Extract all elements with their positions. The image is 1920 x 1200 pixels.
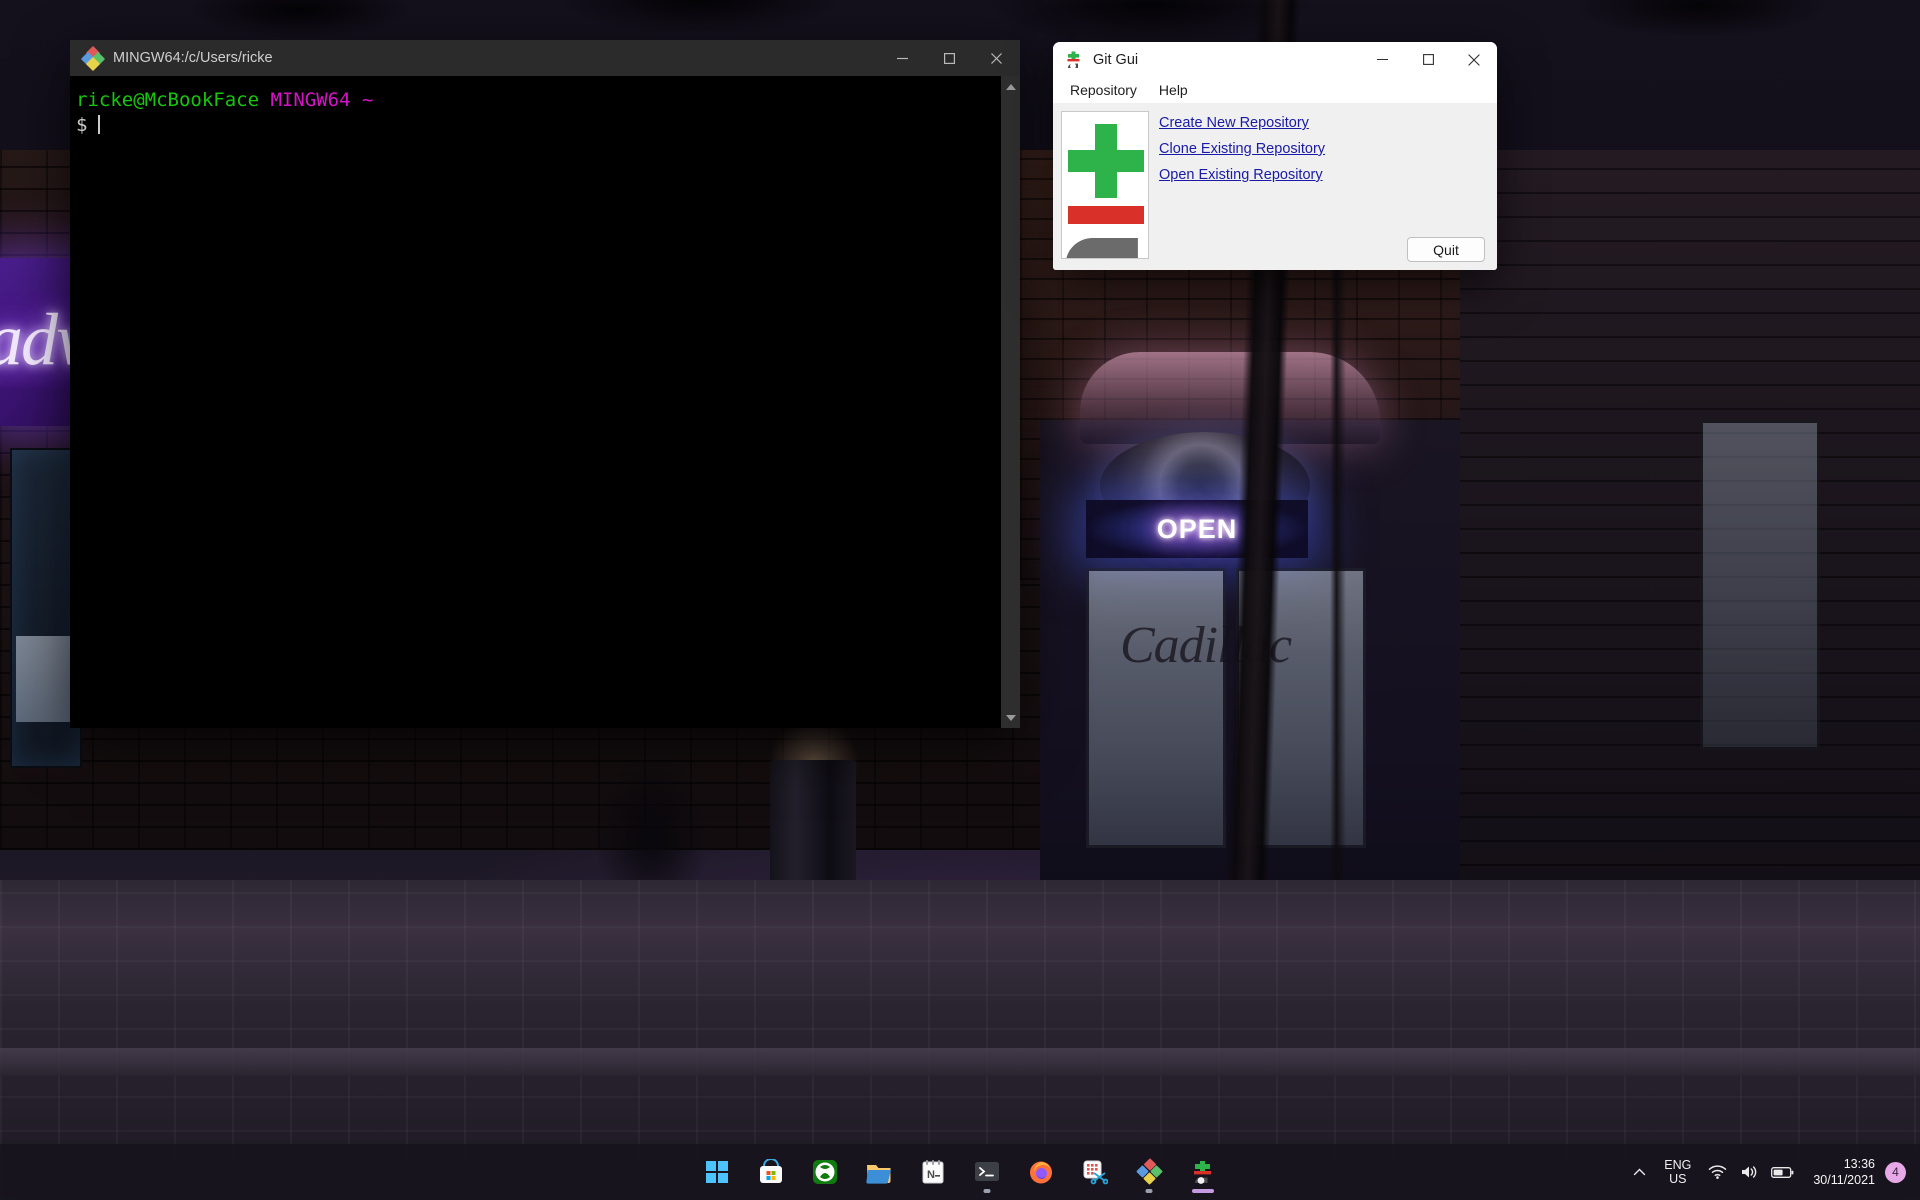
microsoft-store-icon — [760, 1159, 782, 1183]
git-gui-title-text: Git Gui — [1093, 51, 1139, 68]
system-tray: ENG US 13:36 30/11/2021 4 — [1624, 1144, 1912, 1200]
maximize-icon[interactable] — [926, 40, 973, 76]
taskbar-item-file-explorer[interactable] — [857, 1150, 901, 1194]
volume-icon — [1741, 1166, 1757, 1178]
git-gui-window[interactable]: Git Gui Repository Help Create New Repos… — [1053, 42, 1497, 270]
language-line-2: US — [1669, 1172, 1687, 1186]
xbox-icon — [813, 1160, 837, 1184]
terminal-cursor — [98, 115, 101, 134]
show-hidden-icons-button[interactable] — [1624, 1154, 1654, 1190]
chevron-up-icon — [1633, 1168, 1645, 1175]
language-indicator[interactable]: ENG US — [1654, 1158, 1701, 1186]
windows-logo-icon — [706, 1161, 728, 1183]
battery-button[interactable] — [1765, 1154, 1799, 1190]
wallpaper-open-text: OPEN — [1156, 513, 1238, 544]
clock[interactable]: 13:36 30/11/2021 — [1799, 1156, 1885, 1188]
taskbar-item-xbox[interactable] — [803, 1150, 847, 1194]
logo-red-bar — [1068, 206, 1144, 224]
git-gui-window-controls[interactable] — [1359, 42, 1497, 77]
logo-g-shape — [1066, 238, 1138, 258]
clock-date: 30/11/2021 — [1813, 1173, 1875, 1187]
network-button[interactable] — [1701, 1154, 1733, 1190]
taskbar-indicator — [1192, 1189, 1214, 1193]
desktop[interactable]: adw OPEN Cadillac MINGW64:/c/Users/ricke — [0, 0, 1920, 1200]
clock-time: 13:36 — [1843, 1157, 1875, 1171]
taskbar-indicator — [1145, 1189, 1153, 1193]
wallpaper-window-right — [1700, 420, 1820, 750]
prompt-shell: MINGW64 ~ — [270, 89, 374, 111]
git-gui-content: Create New Repository Clone Existing Rep… — [1053, 103, 1497, 270]
git-bash-titlebar[interactable]: MINGW64:/c/Users/ricke — [70, 40, 1020, 76]
menu-repository[interactable]: Repository — [1061, 79, 1146, 101]
prompt-user: ricke@McBookFace — [76, 89, 260, 111]
notepad-icon: N — [922, 1160, 944, 1184]
taskbar-app-area: N — [695, 1144, 1225, 1200]
git-gui-logo — [1061, 111, 1149, 259]
terminal-scrollbar[interactable] — [1001, 76, 1020, 728]
scroll-up-icon[interactable] — [1001, 78, 1020, 95]
git-bash-window[interactable]: MINGW64:/c/Users/ricke ricke@McBookFace … — [70, 40, 1020, 728]
terminal-icon — [975, 1162, 999, 1181]
maximize-icon[interactable] — [1405, 42, 1451, 77]
battery-icon — [1770, 1166, 1794, 1178]
wallpaper-store-script-text: Cadillac — [1120, 617, 1292, 674]
prompt-symbol: $ — [76, 114, 88, 136]
minimize-icon[interactable] — [1359, 42, 1405, 77]
menu-help[interactable]: Help — [1150, 79, 1197, 101]
link-open-existing-repository[interactable]: Open Existing Repository — [1159, 165, 1323, 185]
start-button[interactable] — [695, 1150, 739, 1194]
close-icon[interactable] — [973, 40, 1020, 76]
wallpaper-curb — [0, 1048, 1920, 1076]
volume-button[interactable] — [1733, 1154, 1765, 1190]
git-gui-icon — [1065, 51, 1083, 69]
git-gui-link-list: Create New Repository Clone Existing Rep… — [1159, 113, 1489, 191]
wifi-icon — [1708, 1165, 1727, 1179]
taskbar-item-git-bash[interactable] — [1127, 1150, 1171, 1194]
svg-text:N: N — [927, 1169, 935, 1181]
wallpaper-building-right — [1460, 150, 1920, 890]
git-bash-diamond-icon — [80, 45, 106, 72]
close-icon[interactable] — [1451, 42, 1497, 77]
minimize-icon[interactable] — [879, 40, 926, 76]
taskbar-item-microsoft-store[interactable] — [749, 1150, 793, 1194]
link-create-new-repository[interactable]: Create New Repository — [1159, 113, 1309, 133]
git-bash-window-controls[interactable] — [879, 40, 1020, 76]
link-clone-existing-repository[interactable]: Clone Existing Repository — [1159, 139, 1325, 159]
git-gui-icon — [1194, 1161, 1211, 1184]
wallpaper-person-silhouette — [596, 756, 706, 892]
quit-button[interactable]: Quit — [1407, 237, 1485, 262]
git-bash-terminal-body[interactable]: ricke@McBookFace MINGW64 ~ $ — [70, 76, 1020, 728]
snipping-tool-icon — [1083, 1160, 1108, 1185]
file-explorer-icon — [866, 1165, 891, 1184]
taskbar-indicator — [983, 1189, 991, 1193]
scroll-down-icon[interactable] — [1001, 709, 1020, 726]
taskbar-item-git-gui[interactable] — [1181, 1150, 1225, 1194]
terminal-output: ricke@McBookFace MINGW64 ~ $ — [70, 76, 1020, 138]
taskbar[interactable]: N ENG US 13:36 30/11/2021 4 — [0, 1144, 1920, 1200]
git-gui-titlebar[interactable]: Git Gui — [1053, 42, 1497, 77]
firefox-icon — [1030, 1161, 1052, 1184]
logo-plus-vertical — [1095, 124, 1117, 198]
language-line-1: ENG — [1664, 1158, 1692, 1172]
taskbar-item-firefox[interactable] — [1019, 1150, 1063, 1194]
git-bash-diamond-icon — [1136, 1158, 1163, 1185]
notification-badge[interactable]: 4 — [1885, 1161, 1906, 1183]
taskbar-item-snipping-tool[interactable] — [1073, 1150, 1117, 1194]
git-gui-menubar[interactable]: Repository Help — [1053, 77, 1497, 103]
taskbar-item-notepad[interactable]: N — [911, 1150, 955, 1194]
taskbar-item-terminal[interactable] — [965, 1150, 1009, 1194]
git-bash-title-text: MINGW64:/c/Users/ricke — [113, 50, 273, 66]
